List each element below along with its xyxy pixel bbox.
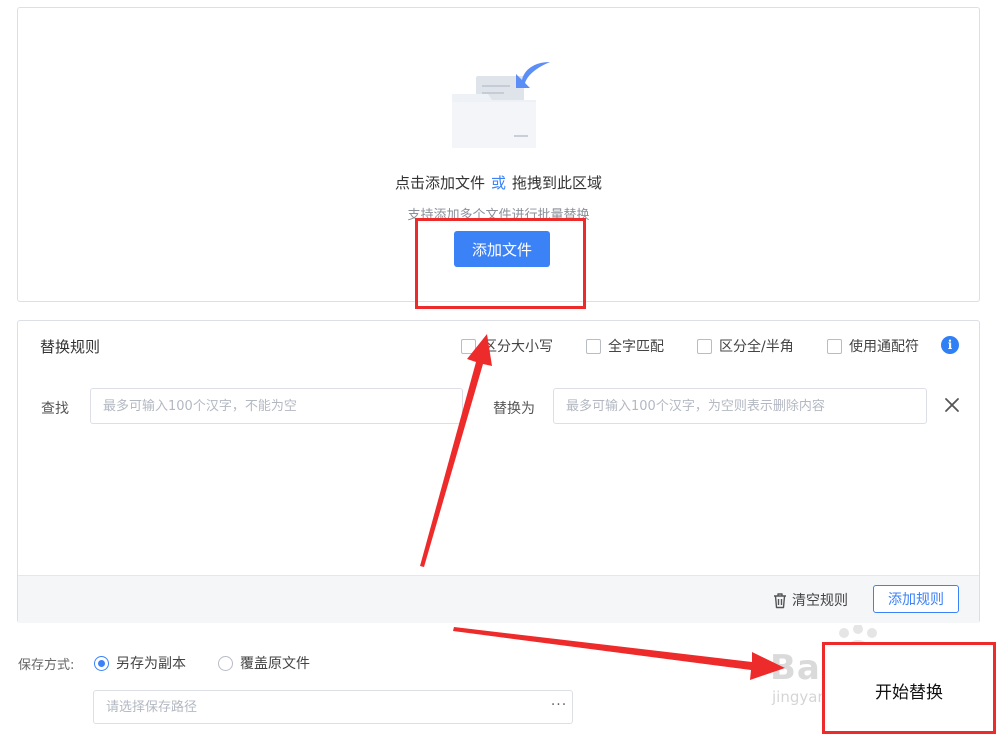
option-label: 区分全/半角 — [719, 339, 794, 355]
info-icon[interactable]: i — [941, 336, 959, 354]
overwrite-original-option[interactable]: 覆盖原文件 — [218, 653, 310, 673]
radio-label: 另存为副本 — [116, 656, 186, 672]
option-whole-word[interactable]: 全字匹配 — [586, 336, 664, 356]
full-half-width-checkbox[interactable] — [697, 338, 712, 354]
option-label: 全字匹配 — [608, 339, 664, 355]
close-icon[interactable] — [940, 393, 964, 417]
annotation-box-add-file — [415, 218, 586, 309]
drop-zone-title: 点击添加文件或拖拽到此区域 — [17, 172, 980, 193]
overwrite-original-radio[interactable] — [218, 655, 233, 671]
save-as-copy-option[interactable]: 另存为副本 — [94, 653, 186, 673]
arrow-right-icon — [453, 627, 785, 680]
folder-upload-icon — [452, 62, 550, 148]
radio-label: 覆盖原文件 — [240, 656, 310, 672]
rules-title: 替换规则 — [40, 338, 101, 356]
more-icon[interactable]: ··· — [549, 697, 569, 715]
option-full-half-width[interactable]: 区分全/半角 — [697, 336, 794, 356]
add-rule-button[interactable]: 添加规则 — [873, 585, 959, 613]
click-add-text: 点击添加文件 — [394, 174, 485, 192]
option-label: 使用通配符 — [849, 339, 919, 355]
replace-with-label: 替换为 — [493, 401, 535, 417]
find-input[interactable] — [90, 388, 463, 424]
option-case-sensitive[interactable]: 区分大小写 — [461, 336, 553, 356]
case-sensitive-checkbox[interactable] — [461, 338, 476, 354]
start-replace-button[interactable]: 开始替换 — [822, 678, 996, 703]
or-text: 或 — [490, 174, 506, 192]
clear-rules-button[interactable]: 清空规则 — [772, 590, 848, 610]
trash-icon — [774, 592, 786, 608]
save-path-input[interactable] — [93, 690, 573, 724]
option-wildcard[interactable]: 使用通配符 — [827, 336, 919, 356]
wildcard-checkbox[interactable] — [827, 338, 842, 354]
save-as-copy-radio[interactable] — [94, 655, 109, 671]
drag-here-text: 拖拽到此区域 — [512, 174, 603, 192]
find-label: 查找 — [41, 401, 69, 417]
clear-rules-label: 清空规则 — [792, 593, 848, 609]
save-mode-label: 保存方式: — [18, 658, 75, 673]
replace-input[interactable] — [553, 388, 927, 424]
option-label: 区分大小写 — [483, 339, 553, 355]
whole-word-checkbox[interactable] — [586, 338, 601, 354]
